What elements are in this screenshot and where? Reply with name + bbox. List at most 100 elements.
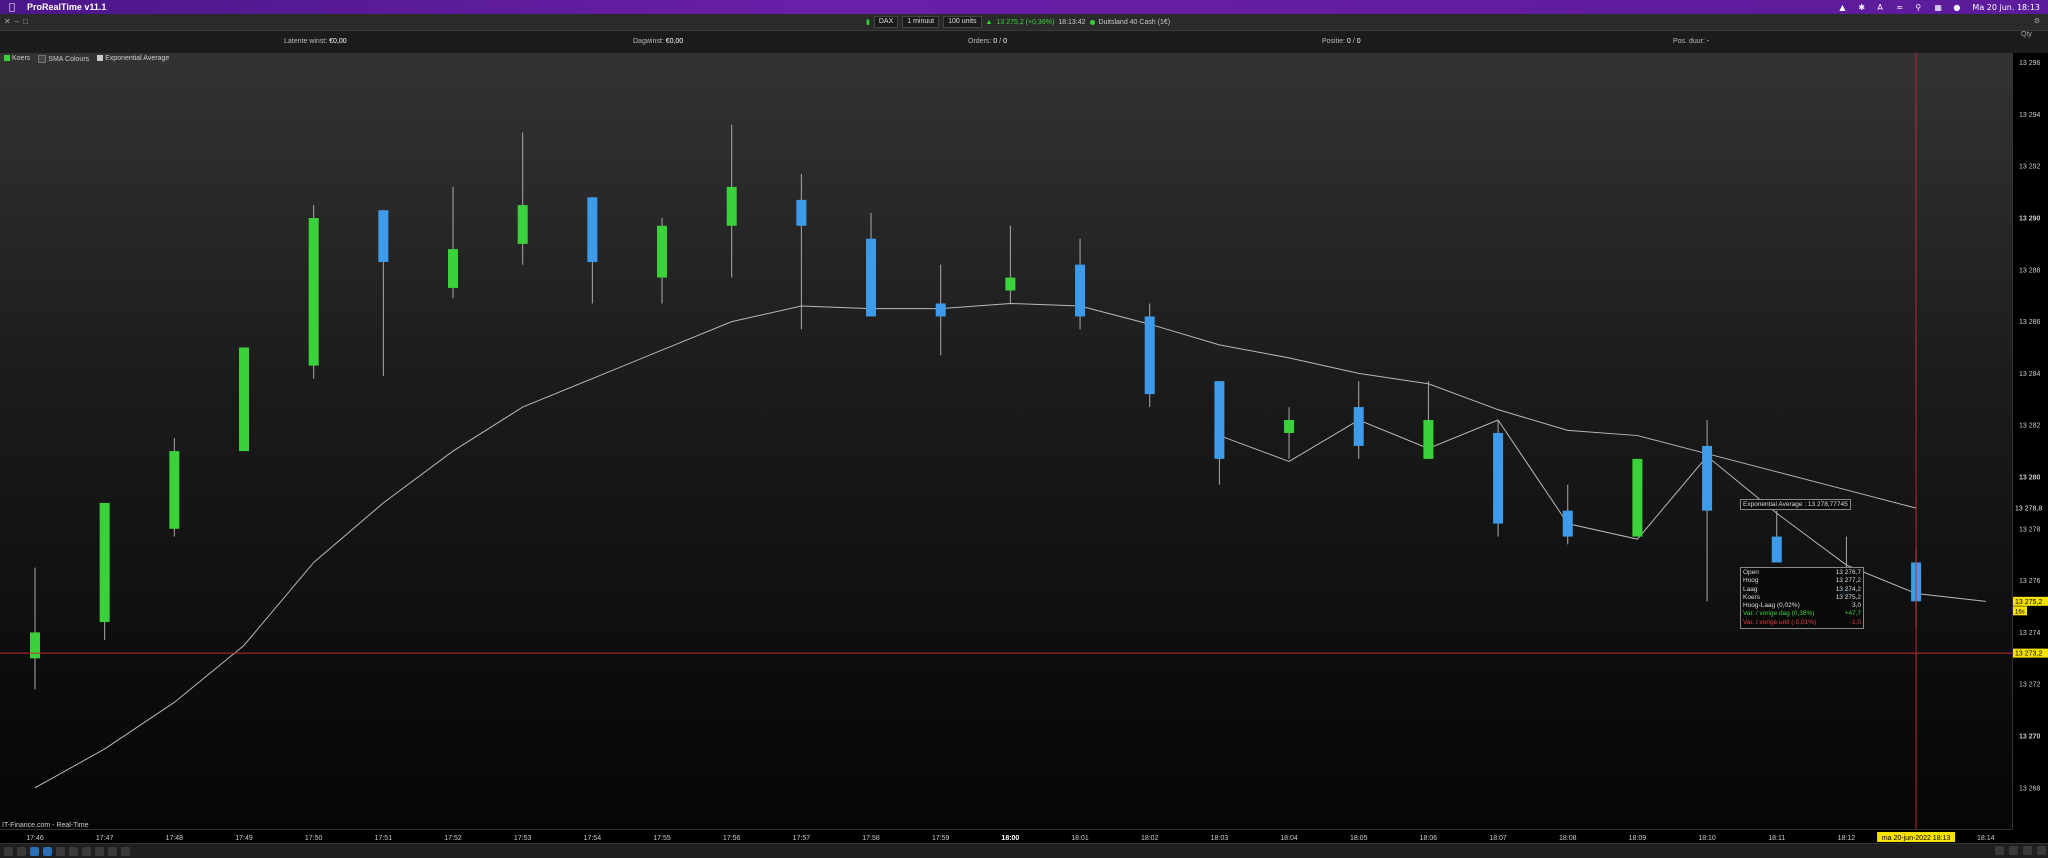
pencil-icon[interactable] — [4, 846, 13, 856]
toolbar-settings-icon[interactable]: ⚙ — [2034, 17, 2040, 25]
price-axis[interactable]: Qty 13 296 13 294 13 292 13 290 13 288 13 286… — [2012, 31, 2048, 829]
price-tick-label: 13 276 — [2019, 578, 2041, 585]
zoom-out-icon[interactable] — [2023, 846, 2032, 855]
keyboard-input-icon[interactable]: A — [1877, 3, 1886, 12]
menubar-clock[interactable]: Ma 20 jun. 18:13 — [1972, 3, 2040, 12]
price-tick-label: 13 278 — [2019, 526, 2041, 533]
siri-icon[interactable]: ● — [1953, 3, 1962, 12]
units-select[interactable]: 100 units — [943, 16, 982, 28]
candle-body — [378, 210, 389, 263]
expand-icon[interactable]: □ — [23, 17, 28, 26]
duration-value: - — [1706, 38, 1710, 45]
candle-body — [1493, 432, 1504, 524]
price-axis-labels: 13 296 13 294 13 292 13 290 13 288 13 286 13 2… — [2013, 60, 2048, 792]
alert-icon[interactable] — [108, 846, 117, 856]
crosshair-price-label: 13 273,2 — [2015, 651, 2042, 658]
cursor-icon[interactable] — [17, 846, 26, 856]
app-name-menu[interactable]: ProRealTime v11.1 — [27, 2, 106, 12]
candle-body — [308, 218, 319, 366]
candle-body — [239, 347, 250, 452]
position-value-2: 0 — [1356, 38, 1361, 45]
legend-item-koers[interactable]: Koers — [4, 55, 30, 63]
price-countdown: 16s — [2015, 609, 2025, 615]
ohlc-row-label: Laag — [1743, 585, 1758, 593]
time-tick-label: 17:50 — [305, 835, 323, 842]
price-tick-label: 13 288 — [2019, 267, 2041, 274]
ema-price-label: 13 278,8 — [2015, 506, 2042, 513]
time-tick-label: 17:54 — [584, 835, 602, 842]
apple-icon[interactable]:  — [9, 2, 15, 13]
layers-icon[interactable] — [82, 846, 91, 856]
close-icon[interactable]: ✕ — [4, 17, 11, 26]
bluetooth-icon[interactable]: ✱ — [1858, 3, 1867, 12]
instrument-select[interactable]: DAX — [873, 16, 899, 28]
time-tick-label: 18:03 — [1211, 835, 1229, 842]
time-tick-label: 18:01 — [1071, 835, 1089, 842]
ohlc-row-value: +47,7 — [1844, 610, 1861, 618]
price-tick-label: 13 274 — [2019, 630, 2041, 637]
market-open-indicator — [1089, 19, 1095, 25]
time-tick-label: 17:56 — [723, 835, 741, 842]
orders-info[interactable]: Orders: 0 / 0 — [968, 38, 1007, 45]
ohlc-row-label: Koers — [1743, 593, 1760, 601]
candle-body — [1423, 420, 1434, 459]
time-tick-label: 18:07 — [1489, 835, 1507, 842]
zoom-reset-icon[interactable] — [2037, 846, 2046, 855]
time-axis-labels: 17:46 17:47 17:48 17:49 17:50 17:51 17:52 17:53… — [26, 832, 1995, 842]
minimize-icon[interactable]: – — [15, 17, 19, 26]
time-axis[interactable]: 17:46 17:47 17:48 17:49 17:50 17:51 17:52 17:53… — [0, 829, 2012, 844]
price-tick-label: 13 270 — [2019, 734, 2041, 741]
time-tick-label: 17:47 — [96, 835, 114, 842]
time-tick-label: 17:59 — [932, 835, 950, 842]
candlestick-chart[interactable] — [0, 53, 2012, 829]
ema-tooltip: Exponential Average : 13 278,77745 — [1740, 499, 1851, 510]
menubar-status-area: ▲ ✱ A ≈ ⚲ ▦ ● Ma 20 jun. 18:13 — [1839, 0, 2040, 14]
legend-item-sma[interactable]: SMA Colours — [38, 55, 89, 63]
timeframe-select[interactable]: 1 minuut — [902, 16, 940, 28]
orders-value-2: 0 — [1003, 38, 1007, 45]
data-source-label: IT-Finance.com - Real-Time — [2, 822, 89, 829]
ohlc-row: Laag 13 274,2 — [1743, 586, 1861, 594]
app-status-icon[interactable]: ▲ — [1839, 3, 1848, 12]
drawing-icon[interactable] — [56, 846, 65, 856]
candle-body — [866, 238, 877, 317]
candle-body — [1075, 264, 1086, 317]
search-icon[interactable]: ⚲ — [1915, 3, 1924, 12]
indicator-icon[interactable] — [43, 846, 52, 856]
time-tick-label: 17:48 — [166, 835, 184, 842]
position-duration: Pos. duur: - — [1673, 38, 1709, 45]
candle-body — [587, 197, 598, 263]
more-icon[interactable] — [121, 846, 130, 856]
ohlc-row: Open 13 276,7 — [1743, 569, 1861, 577]
screenshot-icon[interactable] — [95, 846, 104, 856]
time-tick-label: 17:49 — [235, 835, 253, 842]
price-tick-label: 13 296 — [2019, 60, 2041, 67]
latent-profit-label: Latente winst: — [284, 38, 328, 45]
ohlc-row-label: Open — [1743, 569, 1759, 576]
time-tick-label: 18:14 — [1977, 835, 1995, 842]
candle-body — [30, 632, 40, 659]
time-tick-label: 17:52 — [444, 835, 462, 842]
ohlc-row: Koers 13 275,2 — [1743, 594, 1861, 602]
candle-body — [935, 303, 946, 317]
crosshair-icon[interactable] — [30, 846, 39, 856]
candle-body — [1144, 316, 1155, 395]
day-profit-value: €0,00 — [665, 38, 684, 45]
candle-body — [726, 186, 737, 226]
control-center-icon[interactable]: ▦ — [1934, 3, 1943, 12]
time-tick-label: 18:08 — [1559, 835, 1577, 842]
wifi-icon[interactable]: ≈ — [1896, 3, 1905, 12]
position-info[interactable]: Positie: 0 / 0 — [1322, 38, 1361, 45]
zoom-controls — [1995, 846, 2046, 855]
time-tick-label: 18:10 — [1698, 835, 1716, 842]
quote-time: 18:13:42 — [1058, 18, 1086, 26]
ema-line — [34, 302, 1917, 789]
chart-type-icon[interactable]: ▮ — [866, 18, 870, 26]
grid-icon[interactable] — [69, 846, 78, 856]
latent-profit-value: €0,00 — [329, 38, 347, 45]
zoom-fit-icon[interactable] — [1995, 846, 2004, 855]
candle-body — [1562, 510, 1573, 537]
zoom-in-icon[interactable] — [2009, 846, 2018, 855]
time-tick-label: 18:12 — [1838, 835, 1856, 842]
legend-item-ema[interactable]: Exponential Average — [97, 55, 169, 63]
